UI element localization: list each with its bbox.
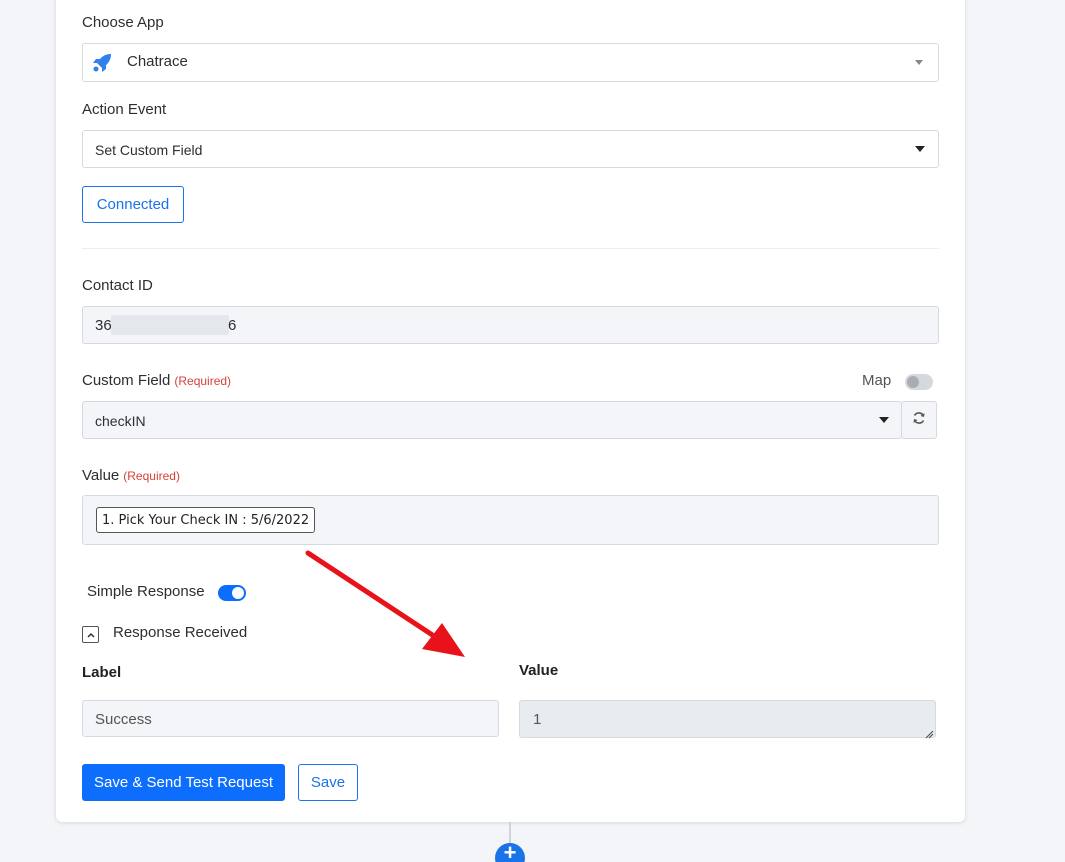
save-button[interactable]: Save xyxy=(298,764,358,801)
annotation-arrow xyxy=(305,550,465,657)
simple-response-toggle[interactable] xyxy=(218,585,246,601)
plus-icon: + xyxy=(503,840,517,862)
response-value-textarea[interactable]: 1 xyxy=(519,700,936,739)
choose-app-label: Choose App xyxy=(82,14,164,31)
contact-id-value-start: 36 xyxy=(95,317,112,334)
resize-handle-icon[interactable] xyxy=(924,726,934,743)
value-column-header: Value xyxy=(519,662,559,679)
response-label-field[interactable]: Success xyxy=(82,700,499,737)
custom-field-select[interactable]: checkIN xyxy=(82,401,902,439)
label-column-header: Label xyxy=(82,664,122,681)
caret-down-icon xyxy=(879,417,889,423)
custom-field-label: Custom Field xyxy=(82,372,171,389)
value-input[interactable]: 1. Pick Your Check IN : 5/6/2022 xyxy=(82,495,939,545)
action-event-select[interactable]: Set Custom Field xyxy=(82,130,939,168)
collapse-toggle-button[interactable] xyxy=(82,626,99,643)
choose-app-value: Chatrace xyxy=(127,53,188,70)
refresh-icon xyxy=(912,411,926,429)
choose-app-select[interactable]: Chatrace xyxy=(82,43,939,82)
contact-id-label: Contact ID xyxy=(82,277,153,294)
contact-id-input[interactable]: 36 6 xyxy=(82,306,939,344)
save-send-test-button[interactable]: Save & Send Test Request xyxy=(82,764,285,801)
value-label: Value xyxy=(82,467,120,484)
response-received-label: Response Received xyxy=(113,624,248,641)
required-tag: (Required) xyxy=(174,374,232,388)
chevron-up-icon xyxy=(85,628,97,646)
response-value-text: 1 xyxy=(533,711,542,728)
response-label-value: Success xyxy=(95,711,152,728)
simple-response-label: Simple Response xyxy=(87,583,205,600)
caret-down-icon xyxy=(915,146,925,152)
custom-field-label-row: Custom Field (Required) xyxy=(82,372,231,389)
map-label: Map xyxy=(862,372,892,389)
action-event-label: Action Event xyxy=(82,101,167,118)
toggle-knob xyxy=(232,587,244,599)
required-tag: (Required) xyxy=(123,469,180,483)
value-label-row: Value (Required) xyxy=(82,467,180,484)
add-step-button[interactable]: + xyxy=(495,840,525,862)
contact-id-value-end: 6 xyxy=(228,317,237,334)
chevron-down-icon xyxy=(915,60,923,65)
toggle-knob xyxy=(907,376,919,388)
redacted-block xyxy=(111,315,229,335)
connected-button[interactable]: Connected xyxy=(82,186,184,223)
mapped-field-pill[interactable]: 1. Pick Your Check IN : 5/6/2022 xyxy=(96,507,316,533)
section-divider xyxy=(82,248,939,249)
map-toggle[interactable] xyxy=(905,374,933,390)
custom-field-value: checkIN xyxy=(95,413,146,429)
rocket-icon xyxy=(91,52,113,74)
action-event-value: Set Custom Field xyxy=(95,142,203,158)
refresh-button[interactable] xyxy=(901,401,937,439)
